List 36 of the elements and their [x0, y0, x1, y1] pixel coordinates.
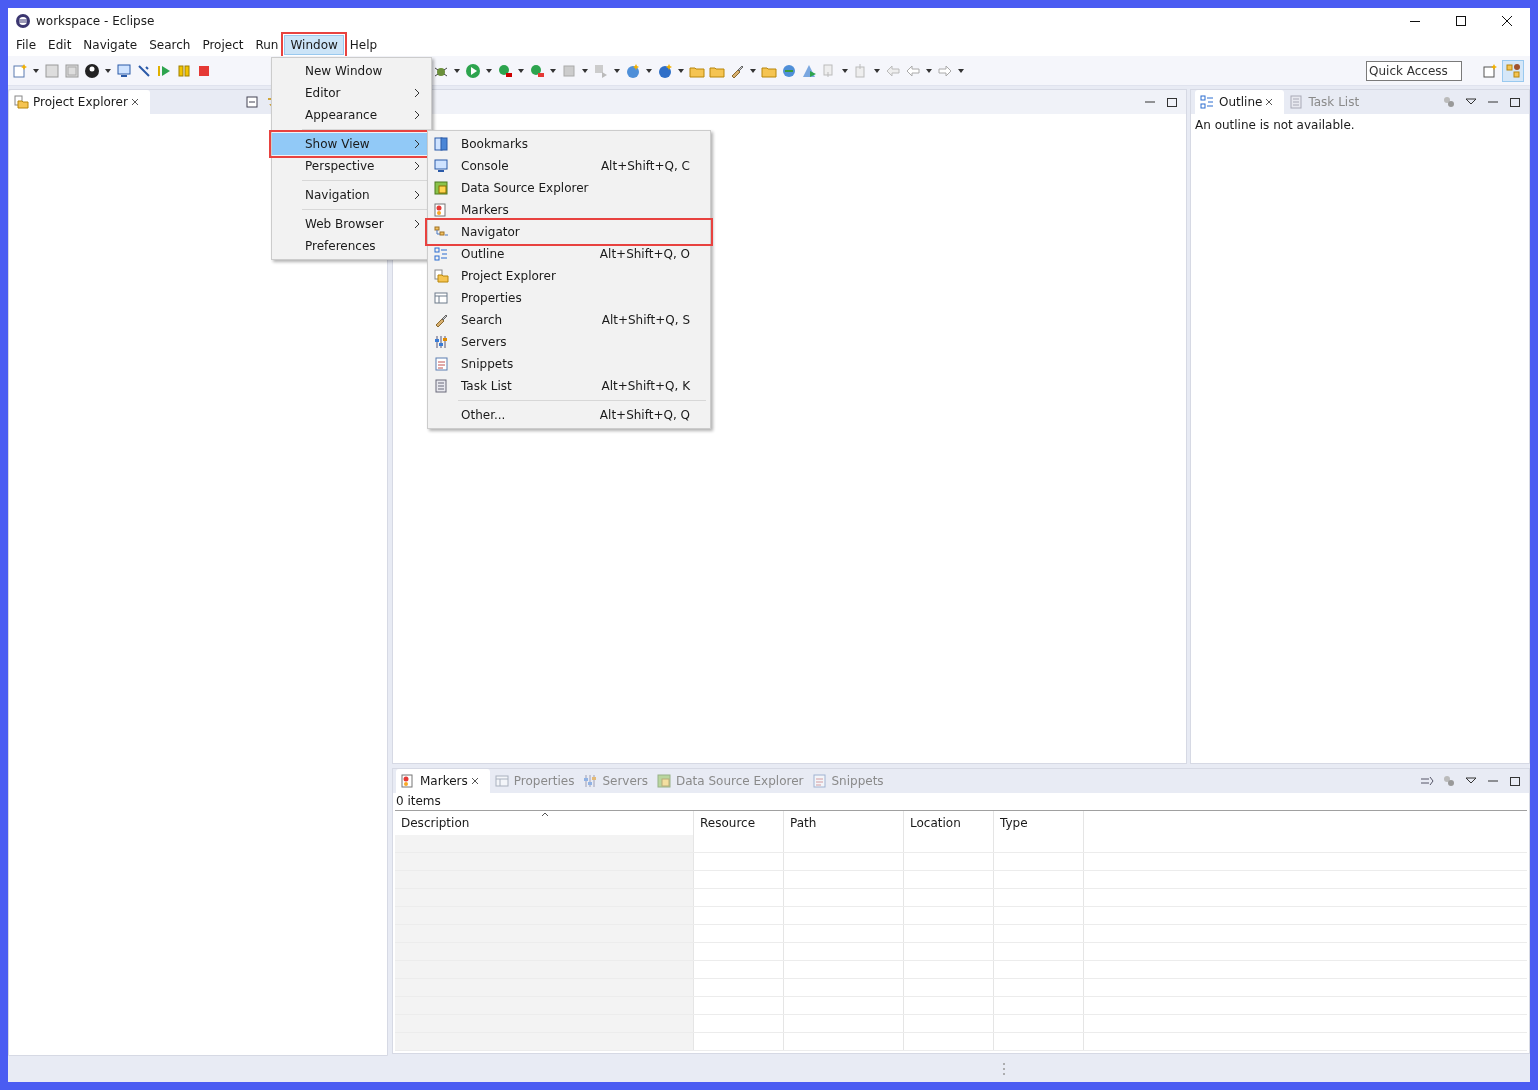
menu-item[interactable]: Bookmarks [428, 133, 710, 155]
view-tab[interactable]: Markers [396, 769, 490, 793]
menu-item[interactable]: Outline Alt+Shift+Q, O [428, 243, 710, 265]
outline-message: An outline is not available. [1194, 117, 1356, 134]
menu-item[interactable]: Run [249, 35, 285, 55]
menu-item[interactable]: Snippets [428, 353, 710, 375]
menu-item[interactable]: Markers [428, 199, 710, 221]
menu-item[interactable]: Help [343, 35, 384, 55]
column-header[interactable]: Path [784, 811, 904, 835]
menu-item[interactable]: Servers [428, 331, 710, 353]
column-header[interactable]: Resource [694, 811, 784, 835]
view-tab[interactable]: Project Explorer [9, 90, 150, 114]
menu-item[interactable]: Data Source Explorer [428, 177, 710, 199]
menu-item[interactable]: New Window [272, 60, 431, 82]
menu-item[interactable]: Project [196, 35, 250, 55]
menu-item[interactable]: Navigate [77, 35, 144, 55]
menu-item[interactable]: Editor [272, 82, 431, 104]
menu-item[interactable]: Appearance [272, 104, 431, 126]
menu-item[interactable]: Search [143, 35, 197, 55]
column-header[interactable]: Location [904, 811, 994, 835]
menu-item[interactable]: Other... Alt+Shift+Q, Q [428, 404, 710, 426]
quick-access-field[interactable]: Quick Access [1366, 60, 1462, 81]
column-header[interactable]: Type [994, 811, 1084, 835]
menu-item[interactable]: Preferences [272, 235, 431, 257]
view-tab[interactable]: Outline [1195, 90, 1285, 114]
item-count: 0 items [395, 793, 442, 810]
menu-item[interactable]: Navigator [428, 221, 710, 243]
menu-item[interactable]: Task List Alt+Shift+Q, K [428, 375, 710, 397]
menu-item[interactable]: Properties [428, 287, 710, 309]
menu-item[interactable]: Project Explorer [428, 265, 710, 287]
menu-item[interactable]: File [10, 35, 43, 55]
menu-item[interactable]: Console Alt+Shift+Q, C [428, 155, 710, 177]
menu-item[interactable]: Window [284, 35, 344, 55]
window-title: workspace - Eclipse [36, 13, 155, 30]
menu-item[interactable]: Search Alt+Shift+Q, S [428, 309, 710, 331]
menu-item[interactable]: Edit [42, 35, 78, 55]
